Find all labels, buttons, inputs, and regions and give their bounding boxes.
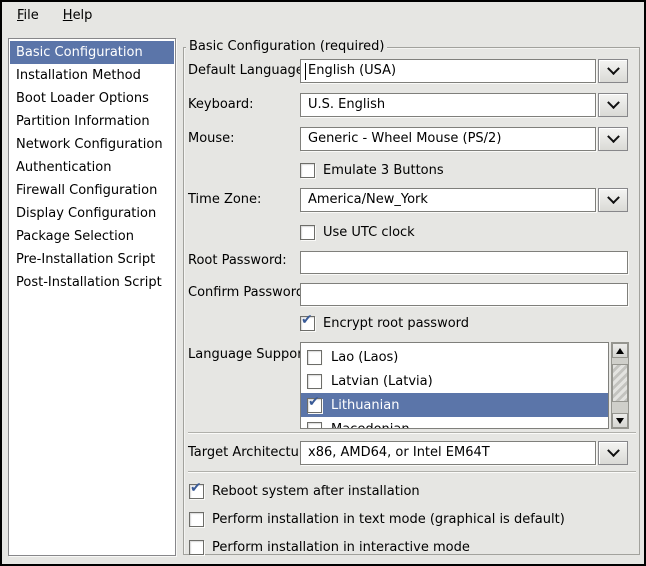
sidebar-item-authentication[interactable]: Authentication — [10, 156, 174, 179]
keyboard-combobox: U.S. English — [300, 93, 628, 117]
chevron-down-icon — [607, 130, 620, 143]
text-caret — [305, 63, 306, 80]
sidebar-item-package-selection[interactable]: Package Selection — [10, 225, 174, 248]
language-item-latvian-latvia[interactable]: Latvian (Latvia) — [301, 369, 608, 393]
language-checkbox-lao-laos[interactable] — [307, 350, 322, 365]
time-zone-combobox: America/New_York — [300, 188, 628, 212]
use-utc-clock-checkbox-row: Use UTC clock — [300, 224, 415, 241]
root-password-input[interactable] — [300, 251, 628, 274]
keyboard-value: U.S. English — [306, 97, 385, 112]
menubar: File Help — [2, 2, 644, 29]
sidebar-nav: Basic ConfigurationInstallation MethodBo… — [8, 38, 176, 556]
language-item-label: Latvian (Latvia) — [331, 374, 433, 389]
keyboard-entry[interactable]: U.S. English — [300, 93, 596, 117]
language-support-list: Lao (Laos) Latvian (Latvia) ✔ Lithuanian Mac… — [300, 342, 609, 429]
use-utc-clock-label: Use UTC clock — [323, 225, 415, 240]
reboot-checkbox-row: ✔ Reboot system after installation — [189, 483, 420, 500]
chevron-down-icon — [607, 191, 620, 204]
target-architecture-entry[interactable]: x86, AMD64, or Intel EM64T — [300, 441, 596, 465]
default-language-dropdown-button[interactable] — [598, 59, 628, 83]
chevron-down-icon — [607, 444, 620, 457]
encrypt-root-password-checkbox-row: ✔ Encrypt root password — [300, 315, 469, 332]
keyboard-label: Keyboard: — [188, 93, 254, 117]
target-architecture-combobox: x86, AMD64, or Intel EM64T — [300, 441, 628, 465]
text-mode-checkbox[interactable] — [189, 512, 204, 527]
reboot-label: Reboot system after installation — [212, 484, 420, 499]
mouse-entry[interactable]: Generic - Wheel Mouse (PS/2) — [300, 127, 596, 151]
language-checkbox-macedonian[interactable] — [307, 422, 322, 430]
separator — [188, 471, 636, 473]
emulate-3-buttons-checkbox-row: Emulate 3 Buttons — [300, 162, 444, 179]
sidebar-item-display-configuration[interactable]: Display Configuration — [10, 202, 174, 225]
sidebar-item-pre-installation-script[interactable]: Pre-Installation Script — [10, 248, 174, 271]
chevron-down-icon — [607, 62, 620, 75]
target-architecture-value: x86, AMD64, or Intel EM64T — [306, 445, 490, 460]
text-mode-label: Perform installation in text mode (graph… — [212, 512, 565, 527]
mouse-label: Mouse: — [188, 127, 235, 151]
target-architecture-dropdown-button[interactable] — [598, 441, 628, 465]
language-item-lithuanian[interactable]: ✔ Lithuanian — [301, 393, 608, 417]
time-zone-entry[interactable]: America/New_York — [300, 188, 596, 212]
default-language-label: Default Language: — [188, 59, 308, 83]
language-item-label: Lao (Laos) — [331, 350, 398, 365]
mouse-value: Generic - Wheel Mouse (PS/2) — [306, 131, 501, 146]
interactive-mode-checkbox[interactable] — [189, 540, 204, 555]
basic-configuration-group: Basic Configuration (required) Default L… — [183, 47, 640, 555]
default-language-combobox: English (USA) — [300, 59, 628, 83]
scroll-up-button[interactable] — [612, 343, 628, 358]
language-item-lao-laos[interactable]: Lao (Laos) — [301, 345, 608, 369]
target-architecture-label: Target Architecture: — [188, 441, 316, 465]
encrypt-root-password-checkbox[interactable]: ✔ — [300, 316, 315, 331]
confirm-password-input[interactable] — [300, 283, 628, 306]
root-password-label: Root Password: — [188, 249, 287, 273]
time-zone-dropdown-button[interactable] — [598, 188, 628, 212]
mouse-dropdown-button[interactable] — [598, 127, 628, 151]
kickstart-configurator-window: File Help Basic ConfigurationInstallatio… — [0, 0, 646, 566]
sidebar-item-firewall-configuration[interactable]: Firewall Configuration — [10, 179, 174, 202]
language-checkbox-lithuanian[interactable]: ✔ — [307, 398, 322, 413]
default-language-value: English (USA) — [306, 63, 396, 78]
menu-help[interactable]: Help — [58, 6, 98, 25]
mouse-combobox: Generic - Wheel Mouse (PS/2) — [300, 127, 628, 151]
confirm-password-label: Confirm Password: — [188, 281, 308, 305]
language-item-label: Lithuanian — [331, 398, 399, 413]
encrypt-root-password-label: Encrypt root password — [323, 316, 469, 331]
checkmark-icon: ✔ — [301, 313, 313, 327]
sidebar-item-boot-loader-options[interactable]: Boot Loader Options — [10, 87, 174, 110]
language-item-macedonian[interactable]: Macedonian — [301, 417, 608, 429]
scroll-up-icon — [616, 348, 624, 354]
sidebar-item-post-installation-script[interactable]: Post-Installation Script — [10, 271, 174, 294]
sidebar-item-partition-information[interactable]: Partition Information — [10, 110, 174, 133]
reboot-checkbox[interactable]: ✔ — [189, 484, 204, 499]
language-support-scrollbar[interactable] — [611, 342, 629, 429]
scroll-down-button[interactable] — [612, 413, 628, 428]
sidebar-item-installation-method[interactable]: Installation Method — [10, 64, 174, 87]
chevron-down-icon — [607, 96, 620, 109]
interactive-mode-label: Perform installation in interactive mode — [212, 540, 470, 555]
language-support-label: Language Support: — [188, 343, 312, 367]
time-zone-value: America/New_York — [306, 192, 428, 207]
checkmark-icon: ✔ — [308, 395, 320, 409]
language-item-label: Macedonian — [331, 422, 410, 430]
keyboard-dropdown-button[interactable] — [598, 93, 628, 117]
separator — [188, 432, 636, 434]
sidebar-item-basic-configuration[interactable]: Basic Configuration — [10, 41, 174, 64]
scroll-down-icon — [616, 418, 624, 424]
time-zone-label: Time Zone: — [188, 188, 261, 212]
default-language-entry[interactable]: English (USA) — [300, 59, 596, 83]
scrollbar-thumb[interactable] — [612, 364, 628, 402]
text-mode-checkbox-row: Perform installation in text mode (graph… — [189, 511, 565, 528]
interactive-mode-checkbox-row: Perform installation in interactive mode — [189, 539, 470, 556]
menu-file[interactable]: File — [12, 6, 44, 25]
sidebar-item-network-configuration[interactable]: Network Configuration — [10, 133, 174, 156]
use-utc-clock-checkbox[interactable] — [300, 225, 315, 240]
checkmark-icon: ✔ — [190, 481, 202, 495]
emulate-3-buttons-label: Emulate 3 Buttons — [323, 163, 444, 178]
group-title: Basic Configuration (required) — [186, 39, 387, 54]
language-checkbox-latvian-latvia[interactable] — [307, 374, 322, 389]
emulate-3-buttons-checkbox[interactable] — [300, 163, 315, 178]
